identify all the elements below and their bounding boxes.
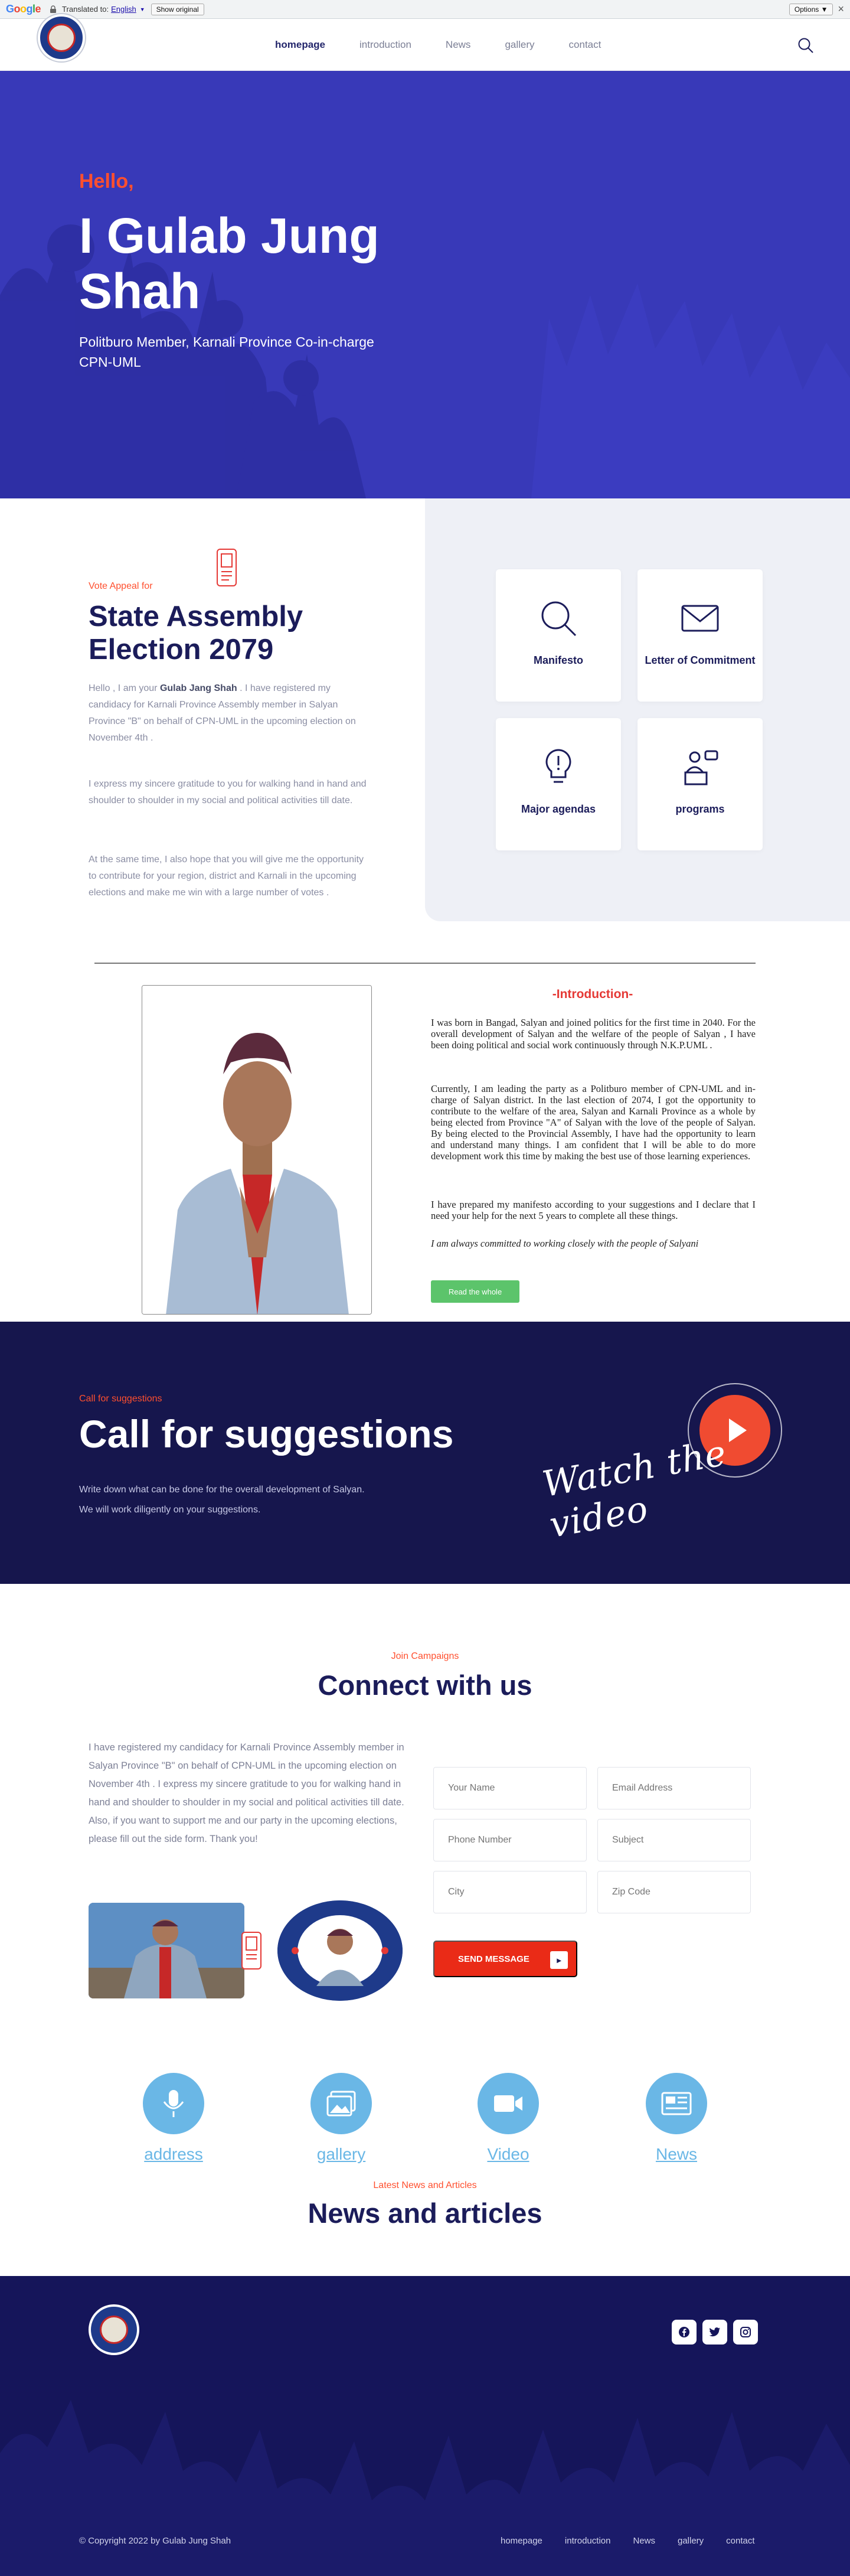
news-title: News and articles: [308, 2197, 542, 2229]
suggestions-line-1: Write down what can be done for the over…: [79, 1485, 365, 1495]
appeal-kicker: Vote Appeal for: [89, 581, 153, 591]
translated-to-label: Translated to:: [62, 5, 109, 14]
introduction-heading: -Introduction-: [552, 987, 633, 1001]
main-nav: homepage introduction News gallery conta…: [275, 39, 601, 51]
suggestions-kicker: Call for suggestions: [79, 1394, 162, 1404]
facebook-icon[interactable]: [672, 2320, 697, 2345]
footer-link-contact[interactable]: contact: [726, 2536, 754, 2546]
show-original-button[interactable]: Show original: [151, 3, 204, 15]
hero-section: Hello, I Gulab Jung Shah Politburo Membe…: [0, 71, 850, 498]
nav-gallery[interactable]: gallery: [505, 39, 534, 51]
suggestions-line-2: We will work diligently on your suggesti…: [79, 1505, 261, 1515]
nav-introduction[interactable]: introduction: [359, 39, 411, 51]
send-message-button[interactable]: SEND MESSAGE ▸: [433, 1941, 577, 1977]
appeal-paragraph-3: At the same time, I also hope that you w…: [89, 855, 364, 898]
ballot-icon: [217, 549, 237, 586]
candidate-name: Gulab Jang Shah: [159, 683, 237, 693]
site-logo[interactable]: [38, 14, 85, 61]
appeal-paragraph-2: I express my sincere gratitude to you fo…: [89, 779, 367, 806]
nav-news[interactable]: News: [446, 39, 471, 51]
twitter-icon[interactable]: [702, 2320, 727, 2345]
footer-link-news[interactable]: News: [633, 2536, 655, 2546]
campaign-photo: [89, 1903, 244, 1998]
connect-title: Connect with us: [318, 1669, 532, 1701]
connect-kicker: Join Campaigns: [391, 1651, 459, 1661]
copyright-text: © Copyright 2022 by Gulab Jung Shah: [79, 2536, 231, 2546]
nav-contact[interactable]: contact: [569, 39, 601, 51]
newspaper-icon: [661, 2092, 692, 2115]
card-programs[interactable]: programs: [638, 718, 763, 850]
instagram-icon[interactable]: [733, 2320, 758, 2345]
quick-link-label: Video: [487, 2145, 529, 2163]
footer-link-introduction[interactable]: introduction: [565, 2536, 611, 2546]
language-link[interactable]: English: [111, 5, 136, 14]
zip-field[interactable]: [597, 1871, 751, 1913]
email-field[interactable]: [597, 1767, 751, 1809]
image-icon: [326, 2091, 356, 2117]
news-kicker: Latest News and Articles: [373, 2180, 477, 2190]
name-field[interactable]: [433, 1767, 587, 1809]
ballot-icon: [241, 1932, 261, 1970]
card-label: programs: [675, 803, 725, 815]
hero-title: I Gulab Jung Shah: [79, 208, 380, 319]
options-button[interactable]: Options ▼: [789, 3, 833, 15]
campaign-badge-image: [277, 1900, 403, 2001]
phone-field[interactable]: [433, 1819, 587, 1861]
hero-subtitle: Politburo Member, Karnali Province Co-in…: [79, 334, 374, 370]
footer-link-homepage[interactable]: homepage: [501, 2536, 542, 2546]
send-message-label: SEND MESSAGE: [458, 1954, 529, 1964]
dropdown-arrow-icon: ▼: [139, 6, 145, 12]
quick-link-address[interactable]: address: [132, 2073, 215, 2164]
candidate-portrait: [142, 985, 372, 1315]
card-letter-of-commitment[interactable]: Letter of Commitment: [638, 569, 763, 702]
search-icon: [541, 601, 577, 637]
suggestions-section: Call for suggestions Call for suggestion…: [0, 1322, 850, 1584]
card-label: Major agendas: [521, 803, 596, 815]
intro-paragraph-3: I have prepared my manifesto according t…: [431, 1199, 756, 1221]
quick-link-label: address: [144, 2145, 203, 2163]
city-field[interactable]: [433, 1871, 587, 1913]
crowd-silhouette-image: [0, 2400, 850, 2576]
footer-link-gallery[interactable]: gallery: [678, 2536, 704, 2546]
search-icon[interactable]: [797, 37, 815, 54]
card-label: Letter of Commitment: [645, 654, 756, 666]
appeal-title: State Assembly Election 2079: [89, 601, 303, 666]
section-divider: [94, 963, 756, 964]
nav-homepage[interactable]: homepage: [275, 39, 325, 51]
quick-link-label: gallery: [316, 2145, 366, 2163]
connect-paragraph: I have registered my candidacy for Karna…: [89, 1742, 404, 1844]
feature-cards-panel: [425, 498, 850, 921]
microphone-icon: [163, 2090, 184, 2117]
card-label: Manifesto: [533, 654, 583, 666]
quick-link-news[interactable]: News: [635, 2073, 718, 2164]
envelope-icon: [681, 605, 719, 632]
footer-nav: homepage introduction News gallery conta…: [501, 2536, 755, 2546]
intro-paragraph-1: I was born in Bangad, Salyan and joined …: [431, 1017, 756, 1051]
lightbulb-icon: [545, 749, 571, 783]
intro-paragraph-2: Currently, I am leading the party as a P…: [431, 1083, 756, 1162]
card-major-agendas[interactable]: Major agendas: [496, 718, 621, 850]
quick-link-gallery[interactable]: gallery: [300, 2073, 382, 2164]
candidate-portrait-image: [142, 986, 371, 1314]
quick-link-label: News: [655, 2145, 697, 2163]
appeal-paragraph-1: Hello , I am your Gulab Jang Shah . I ha…: [89, 683, 356, 743]
suggestions-text: Write down what can be done for the over…: [79, 1480, 410, 1520]
card-manifesto[interactable]: Manifesto: [496, 569, 621, 702]
intro-paragraph-4: I am always committed to working closely…: [431, 1238, 699, 1249]
google-logo: Google: [6, 3, 41, 15]
quick-link-video[interactable]: Video: [467, 2073, 550, 2164]
arrow-right-icon: ▸: [550, 1951, 568, 1969]
site-footer: © Copyright 2022 by Gulab Jung Shah home…: [0, 2276, 850, 2576]
footer-logo[interactable]: [89, 2304, 139, 2355]
close-icon[interactable]: ×: [838, 3, 844, 15]
speaker-icon: [684, 750, 718, 785]
translate-bar: Google Translated to: English ▼ Show ori…: [0, 0, 850, 19]
subject-field[interactable]: [597, 1819, 751, 1861]
site-header: homepage introduction News gallery conta…: [0, 14, 850, 71]
read-more-button[interactable]: Read the whole: [431, 1280, 519, 1303]
video-camera-icon: [494, 2095, 522, 2112]
hero-greeting: Hello,: [79, 170, 134, 193]
lock-icon: [50, 5, 57, 13]
suggestions-title: Call for suggestions: [79, 1412, 454, 1456]
